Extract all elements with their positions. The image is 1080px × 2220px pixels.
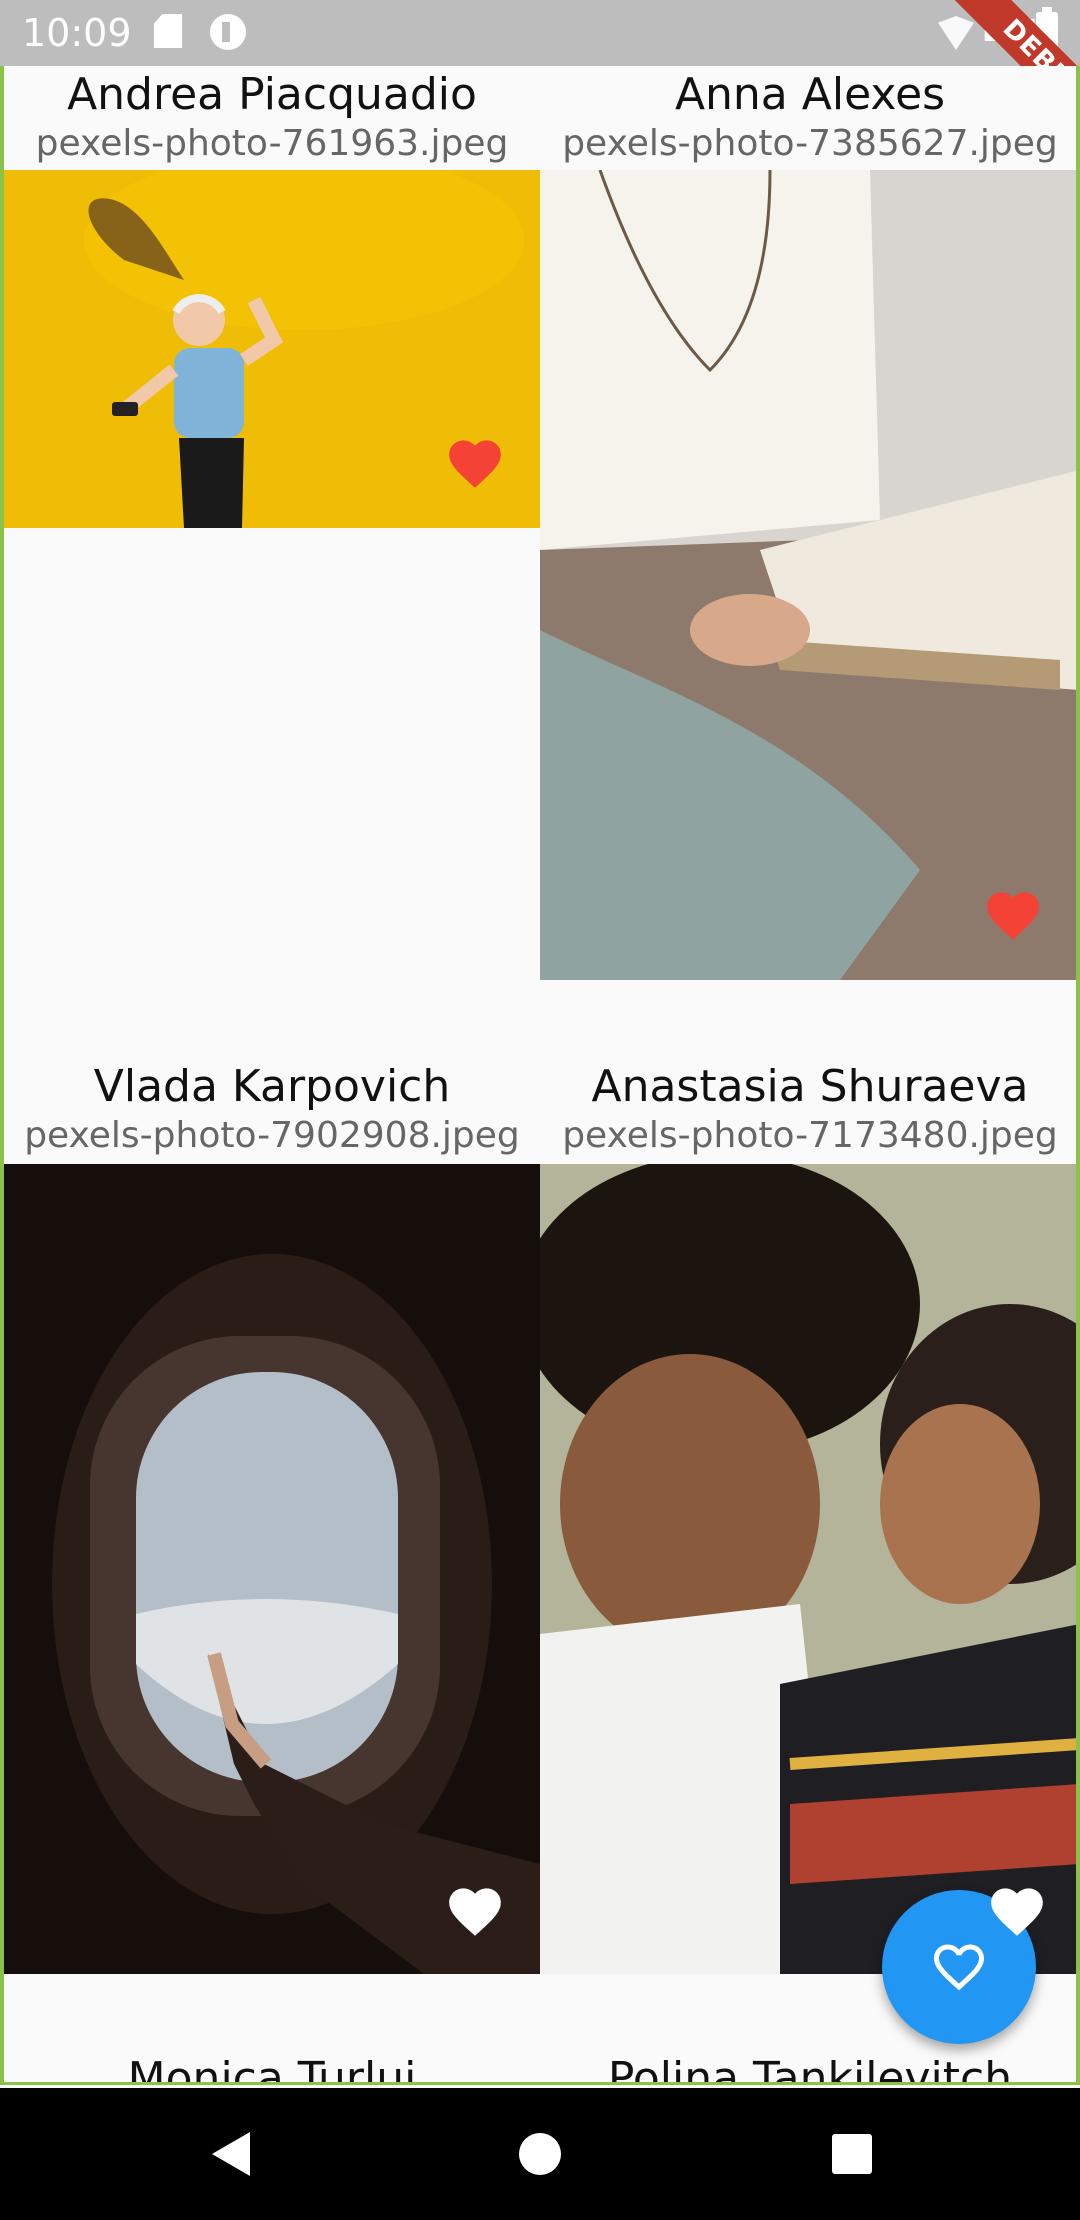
author-name: Vlada Karpovich	[93, 1061, 451, 1112]
favorite-heart-icon[interactable]	[982, 884, 1044, 942]
author-name: Anna Alexes	[674, 69, 946, 120]
photo-illustration	[4, 1164, 540, 1974]
photo-image[interactable]	[4, 1164, 540, 1974]
sd-card-icon	[154, 14, 182, 48]
recents-icon[interactable]	[824, 2126, 880, 2182]
photo-image[interactable]	[540, 1164, 1076, 1974]
photo-grid[interactable]: Andrea Piacquadio pexels-photo-761963.jp…	[0, 66, 1080, 2085]
home-icon[interactable]	[512, 2126, 568, 2182]
photo-illustration	[540, 170, 1076, 980]
author-name: Monica Turlui	[127, 2053, 417, 2085]
file-name: pexels-photo-7902908.jpeg	[24, 1115, 520, 1156]
photo-card[interactable]: Polina Tankilevitch	[540, 2053, 1076, 2085]
photo-card[interactable]: Anastasia Shuraeva pexels-photo-7173480.…	[540, 1060, 1076, 1980]
photo-image[interactable]	[4, 170, 540, 528]
photo-illustration	[540, 1164, 1076, 1974]
author-name: Andrea Piacquadio	[67, 69, 477, 120]
wifi-icon	[938, 16, 974, 50]
author-name: Anastasia Shuraeva	[591, 1061, 1029, 1112]
file-name: pexels-photo-761963.jpeg	[35, 123, 509, 164]
favorite-heart-icon[interactable]	[986, 1880, 1048, 1938]
status-time: 10:09	[22, 11, 132, 55]
photo-card[interactable]: Anna Alexes pexels-photo-7385627.jpeg	[540, 66, 1076, 986]
favorite-heart-icon[interactable]	[444, 432, 506, 490]
heart-outline-icon	[934, 1944, 984, 1991]
author-name: Polina Tankilevitch	[607, 2053, 1013, 2085]
navigation-bar	[0, 2088, 1080, 2220]
app-notification-icon	[210, 14, 246, 50]
file-name: pexels-photo-7173480.jpeg	[562, 1115, 1058, 1156]
file-name: pexels-photo-7385627.jpeg	[562, 123, 1058, 164]
status-bar: 10:09 LTE DEBUG	[0, 0, 1080, 66]
debug-banner: DEBUG	[953, 0, 1080, 66]
favorite-heart-icon[interactable]	[444, 1880, 506, 1938]
back-icon[interactable]	[206, 2126, 262, 2182]
photo-card[interactable]: Monica Turlui	[4, 2053, 540, 2085]
photo-card[interactable]: Vlada Karpovich pexels-photo-7902908.jpe…	[4, 1060, 540, 1980]
photo-image[interactable]	[540, 170, 1076, 980]
photo-card[interactable]: Andrea Piacquadio pexels-photo-761963.jp…	[4, 66, 540, 546]
